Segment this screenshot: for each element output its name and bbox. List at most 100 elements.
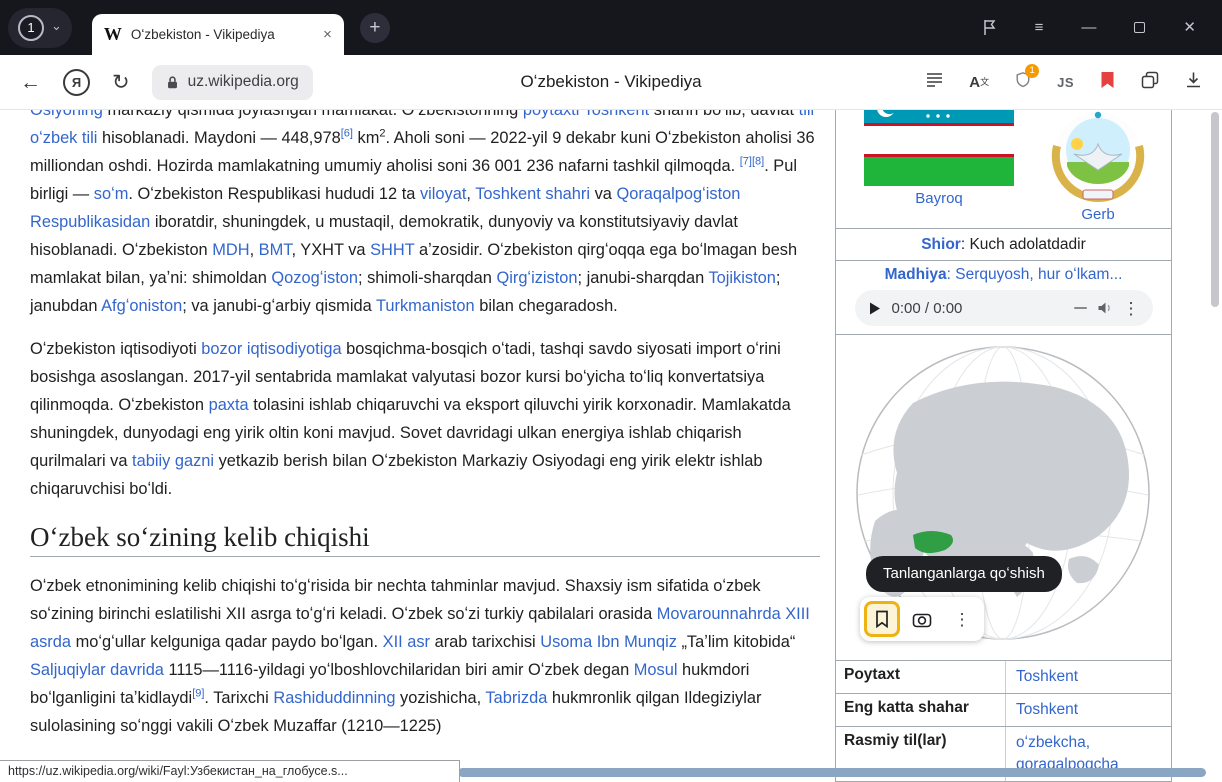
- text-link[interactable]: Osiyoning: [30, 110, 103, 119]
- infobox: Bayroq Gerb Shior: Kuch adolatdadir Madh…: [835, 110, 1172, 782]
- text-run: markaziy qismida joylashgan mamlakat. Oʻ…: [103, 110, 523, 119]
- text-link[interactable]: [6]: [341, 128, 353, 140]
- uzbekistan-emblem-image[interactable]: [1046, 110, 1150, 204]
- extension-shield-icon[interactable]: 1: [1015, 71, 1031, 94]
- location-map-section: Tanlanganlarga qoʻshish ⋮: [836, 334, 1171, 660]
- text-link[interactable]: tabiiy gazni: [132, 452, 214, 470]
- text-link[interactable]: [7][8]: [740, 156, 764, 168]
- text-link[interactable]: Toshkent shahri: [475, 185, 590, 203]
- text-run: , YXHT va: [291, 241, 370, 259]
- page-content: Osiyoning markaziy qismida joylashgan ma…: [0, 110, 1222, 782]
- text-link[interactable]: XII asr: [383, 633, 430, 651]
- tab-group-selector[interactable]: 1 ⌄: [8, 8, 72, 48]
- player-menu-icon[interactable]: ⋮: [1123, 300, 1140, 317]
- maximize-icon[interactable]: [1134, 22, 1145, 33]
- text-link[interactable]: poytaxti Toshkent: [523, 110, 649, 119]
- close-icon[interactable]: ✕: [1183, 20, 1196, 35]
- text-run: „Taʼlim kitobida“: [677, 633, 795, 651]
- text-link[interactable]: MDH: [212, 241, 249, 259]
- toolbar: ← Я ↻ uz.wikipedia.org Oʻzbekiston - Vik…: [0, 55, 1222, 110]
- text-link[interactable]: Rashiduddinning: [273, 689, 395, 707]
- uzbekistan-flag-image[interactable]: [864, 110, 1014, 186]
- row-label: Eng katta shahar: [836, 694, 1006, 726]
- row-value-link[interactable]: Toshkent: [1006, 661, 1171, 693]
- infobox-images: Bayroq Gerb: [836, 110, 1171, 228]
- add-to-favorites-button[interactable]: [864, 601, 900, 637]
- text-run: arab tarixchisi: [430, 633, 540, 651]
- text-link[interactable]: Afgʻoniston: [101, 297, 182, 315]
- text-link[interactable]: paxta: [209, 396, 249, 414]
- row-label: Poytaxt: [836, 661, 1006, 693]
- text-run: yozishicha,: [395, 689, 485, 707]
- translate-icon[interactable]: A 文: [969, 74, 989, 91]
- wikipedia-favicon: W: [104, 24, 122, 45]
- browser-window: 1 ⌄ W Oʻzbekiston - Vikipediya × + ≡ — ✕…: [0, 0, 1222, 782]
- chevron-down-icon: ⌄: [51, 19, 62, 32]
- menu-icon[interactable]: ≡: [1035, 20, 1044, 35]
- text-link[interactable]: Saljuqiylar davrida: [30, 661, 164, 679]
- back-icon[interactable]: ←: [20, 72, 41, 93]
- text-run: ; janubi-sharqdan: [578, 269, 709, 287]
- text-link[interactable]: Tabrizda: [485, 689, 547, 707]
- text-run: Oʻzbek etnonimining kelib chiqishi toʻgʻ…: [30, 577, 761, 623]
- new-tab-button[interactable]: +: [360, 13, 390, 43]
- vertical-scrollbar-thumb[interactable]: [1211, 112, 1219, 307]
- volume-icon[interactable]: [1097, 301, 1113, 315]
- infobox-table: Poytaxt Toshkent Eng katta shahar Toshke…: [836, 660, 1171, 782]
- status-url-popup: https://uz.wikipedia.org/wiki/Fayl:Узбек…: [0, 760, 460, 782]
- emblem-caption-link[interactable]: Gerb: [1046, 206, 1150, 223]
- url-text: uz.wikipedia.org: [188, 73, 299, 91]
- motto-text: : Kuch adolatdadir: [961, 236, 1086, 253]
- play-icon[interactable]: [868, 301, 882, 316]
- text-link[interactable]: Qirgʻiziston: [496, 269, 577, 287]
- motto-row: Shior: Kuch adolatdadir: [836, 228, 1171, 260]
- lock-icon: [166, 75, 179, 90]
- text-link[interactable]: Qozogʻiston: [271, 269, 358, 287]
- text-link[interactable]: bozor iqtisodiyotiga: [201, 340, 341, 358]
- text-run: . Oʻzbekiston Respublikasi hududi 12 ta: [128, 185, 420, 203]
- flag-caption-link[interactable]: Bayroq: [864, 190, 1014, 207]
- js-toggle-icon[interactable]: JS: [1057, 75, 1074, 90]
- tab-close-icon[interactable]: ×: [323, 26, 332, 43]
- row-value-link[interactable]: Toshkent: [1006, 694, 1171, 726]
- text-run: hisoblanadi. Maydoni — 448,978: [97, 129, 340, 147]
- browser-tab[interactable]: W Oʻzbekiston - Vikipediya ×: [92, 14, 344, 55]
- audio-time: 0:00 / 0:00: [892, 300, 963, 317]
- text-link[interactable]: soʻm: [94, 185, 129, 203]
- article-body: Osiyoning markaziy qismida joylashgan ma…: [30, 110, 820, 755]
- text-run: va: [590, 185, 616, 203]
- reload-icon[interactable]: ↻: [112, 72, 130, 93]
- table-row: Poytaxt Toshkent: [836, 661, 1171, 694]
- anthem-title-link[interactable]: : Serquyosh, hur oʻlkam...: [947, 266, 1123, 283]
- yandex-logo-icon[interactable]: Я: [63, 69, 90, 96]
- audio-player[interactable]: 0:00 / 0:00 ⋮: [855, 290, 1153, 326]
- text-link[interactable]: [9]: [192, 688, 204, 700]
- text-link[interactable]: Usoma Ibn Munqiz: [540, 633, 677, 651]
- text-link[interactable]: viloyat: [420, 185, 466, 203]
- image-action-bar: ⋮: [860, 597, 984, 641]
- anthem-label-link[interactable]: Madhiya: [885, 266, 947, 283]
- tabs-panel-icon[interactable]: [1141, 71, 1159, 94]
- text-link[interactable]: Turkmaniston: [376, 297, 475, 315]
- seek-bar[interactable]: [1074, 307, 1087, 310]
- address-bar[interactable]: uz.wikipedia.org: [152, 65, 313, 100]
- text-run: ; shimoli-sharqdan: [358, 269, 496, 287]
- text-link[interactable]: SHHT: [370, 241, 414, 259]
- screenshot-button[interactable]: [904, 601, 940, 637]
- text-link[interactable]: Tojikiston: [708, 269, 775, 287]
- tab-group-count-badge: 1: [18, 15, 44, 41]
- sidebar-flag-icon[interactable]: [982, 19, 997, 36]
- download-icon[interactable]: [1185, 71, 1202, 93]
- article-paragraph: Oʻzbek etnonimining kelib chiqishi toʻgʻ…: [30, 572, 820, 740]
- text-run: bilan chegaradosh.: [475, 297, 618, 315]
- reader-mode-icon[interactable]: [926, 72, 943, 92]
- text-link[interactable]: BMT: [259, 241, 292, 259]
- minimize-icon[interactable]: —: [1081, 20, 1096, 35]
- bookmark-flag-icon[interactable]: [1100, 71, 1115, 94]
- text-link[interactable]: Mosul: [634, 661, 678, 679]
- text-run: . Tarixchi: [204, 689, 273, 707]
- bookmark-icon: [874, 610, 890, 628]
- motto-label-link[interactable]: Shior: [921, 236, 961, 253]
- horizontal-scrollbar-thumb[interactable]: [458, 768, 1206, 777]
- image-more-button[interactable]: ⋮: [944, 601, 980, 637]
